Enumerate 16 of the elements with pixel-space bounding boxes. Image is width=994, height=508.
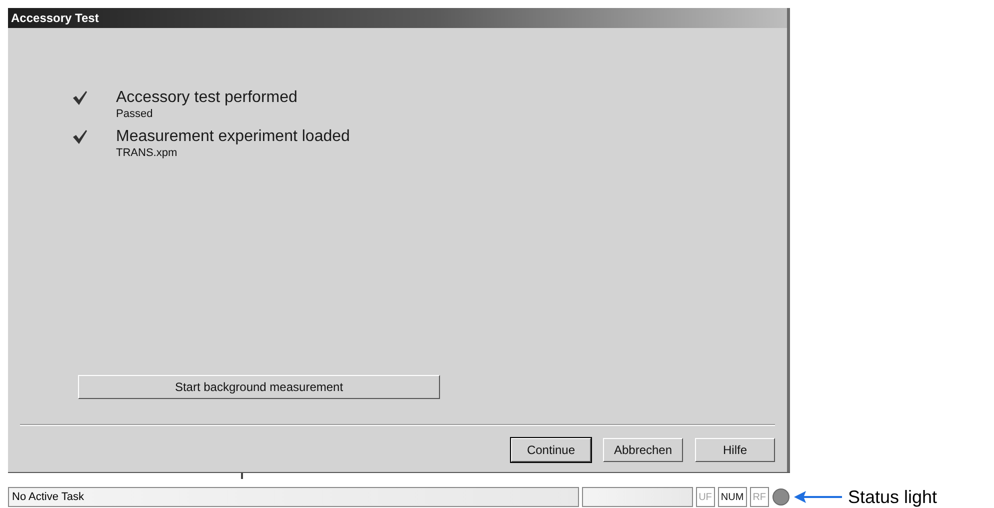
- window-title: Accessory Test: [8, 8, 787, 28]
- status-light-icon: [772, 488, 790, 506]
- annotation-label: Status light: [848, 486, 938, 508]
- status-indicator: UF: [696, 487, 715, 507]
- dialog-button[interactable]: Abbrechen: [603, 438, 683, 462]
- checklist-detail: TRANS.xpm: [116, 147, 178, 160]
- checklist-label: Measurement experiment loaded: [116, 127, 351, 147]
- checklist-detail: Passed: [116, 108, 154, 121]
- status-task-field: No Active Task: [8, 487, 579, 507]
- dialog-button[interactable]: Continue: [511, 438, 591, 462]
- start-measurement-button[interactable]: Start background measurement: [78, 375, 440, 399]
- checklist-label: Accessory test performed: [116, 88, 298, 108]
- status-indicator: RF: [750, 487, 770, 507]
- status-indicator: NUM: [718, 487, 747, 507]
- dialog-button[interactable]: Hilfe: [695, 438, 775, 462]
- arrow-icon: [794, 491, 842, 503]
